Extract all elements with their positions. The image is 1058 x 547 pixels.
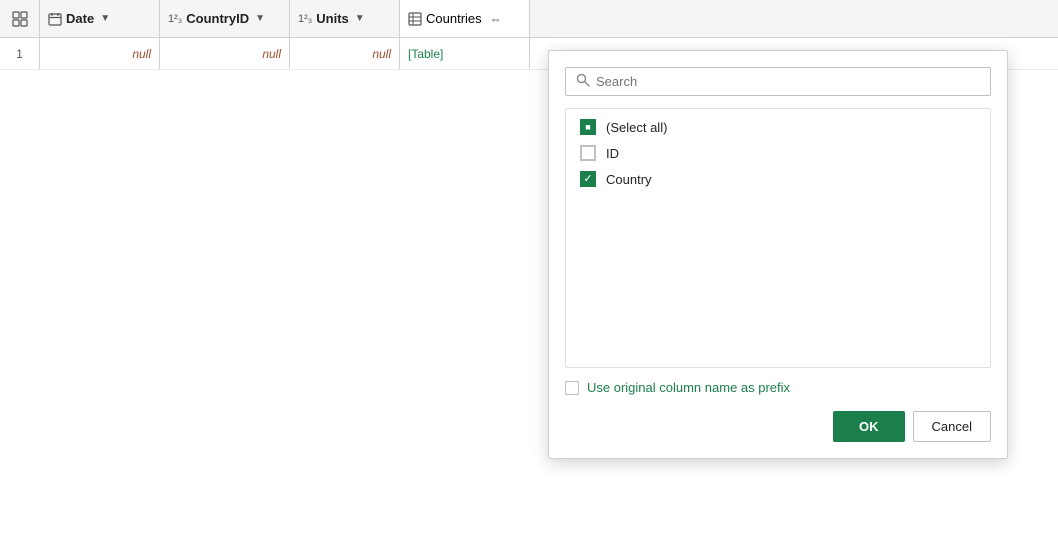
expand-columns-dialog: (Select all) ID Country Use original col… (548, 50, 1008, 459)
popup-overlay: (Select all) ID Country Use original col… (0, 0, 1058, 547)
checkbox-id-label: ID (606, 146, 619, 161)
search-icon (576, 73, 590, 90)
cancel-button[interactable]: Cancel (913, 411, 991, 442)
cell-countries: [Table] (400, 38, 530, 69)
cell-units: null (290, 38, 400, 69)
cell-date: null (40, 38, 160, 69)
col-header-countryid[interactable]: 1²₃ CountryID ▼ (160, 0, 290, 37)
prefix-checkbox[interactable] (565, 381, 579, 395)
prefix-label: Use original column name as prefix (587, 380, 790, 395)
ok-button[interactable]: OK (833, 411, 905, 442)
checkbox-country-box[interactable] (580, 171, 596, 187)
col-header-date[interactable]: Date ▼ (40, 0, 160, 37)
col-expand-countries[interactable]: ⇔ (490, 12, 502, 26)
prefix-row[interactable]: Use original column name as prefix (565, 380, 991, 395)
col-name-countries: Countries (426, 11, 482, 26)
col-dropdown-countryid[interactable]: ▼ (255, 13, 265, 24)
checkbox-list: (Select all) ID Country (565, 108, 991, 368)
type-icon-countryid: 1²₃ (168, 13, 182, 25)
calendar-icon (48, 12, 62, 26)
search-input[interactable] (596, 74, 980, 89)
checkbox-id-box[interactable] (580, 145, 596, 161)
table-header: Date ▼ 1²₃ CountryID ▼ 1²₃ Units ▼ Count… (0, 0, 1058, 38)
dialog-buttons: OK Cancel (565, 411, 991, 442)
search-box[interactable] (565, 67, 991, 96)
type-icon-units: 1²₃ (298, 13, 312, 25)
checkbox-select-all[interactable]: (Select all) (580, 119, 976, 135)
col-dropdown-units[interactable]: ▼ (355, 13, 365, 24)
col-name-units: Units (316, 11, 349, 26)
main-area: Date ▼ 1²₃ CountryID ▼ 1²₃ Units ▼ Count… (0, 0, 1058, 547)
col-header-units[interactable]: 1²₃ Units ▼ (290, 0, 400, 37)
checkbox-id[interactable]: ID (580, 145, 976, 161)
col-dropdown-date[interactable]: ▼ (100, 13, 110, 24)
checkbox-country[interactable]: Country (580, 171, 976, 187)
col-header-countries[interactable]: Countries ⇔ (400, 0, 530, 37)
grid-icon (12, 11, 28, 27)
row-num-header (0, 0, 40, 37)
checkbox-select-all-box[interactable] (580, 119, 596, 135)
table-col-icon (408, 12, 422, 26)
checkbox-select-all-label: (Select all) (606, 120, 667, 135)
col-name-date: Date (66, 11, 94, 26)
row-num-cell: 1 (0, 38, 40, 69)
checkbox-country-label: Country (606, 172, 652, 187)
col-name-countryid: CountryID (186, 11, 249, 26)
cell-countryid: null (160, 38, 290, 69)
